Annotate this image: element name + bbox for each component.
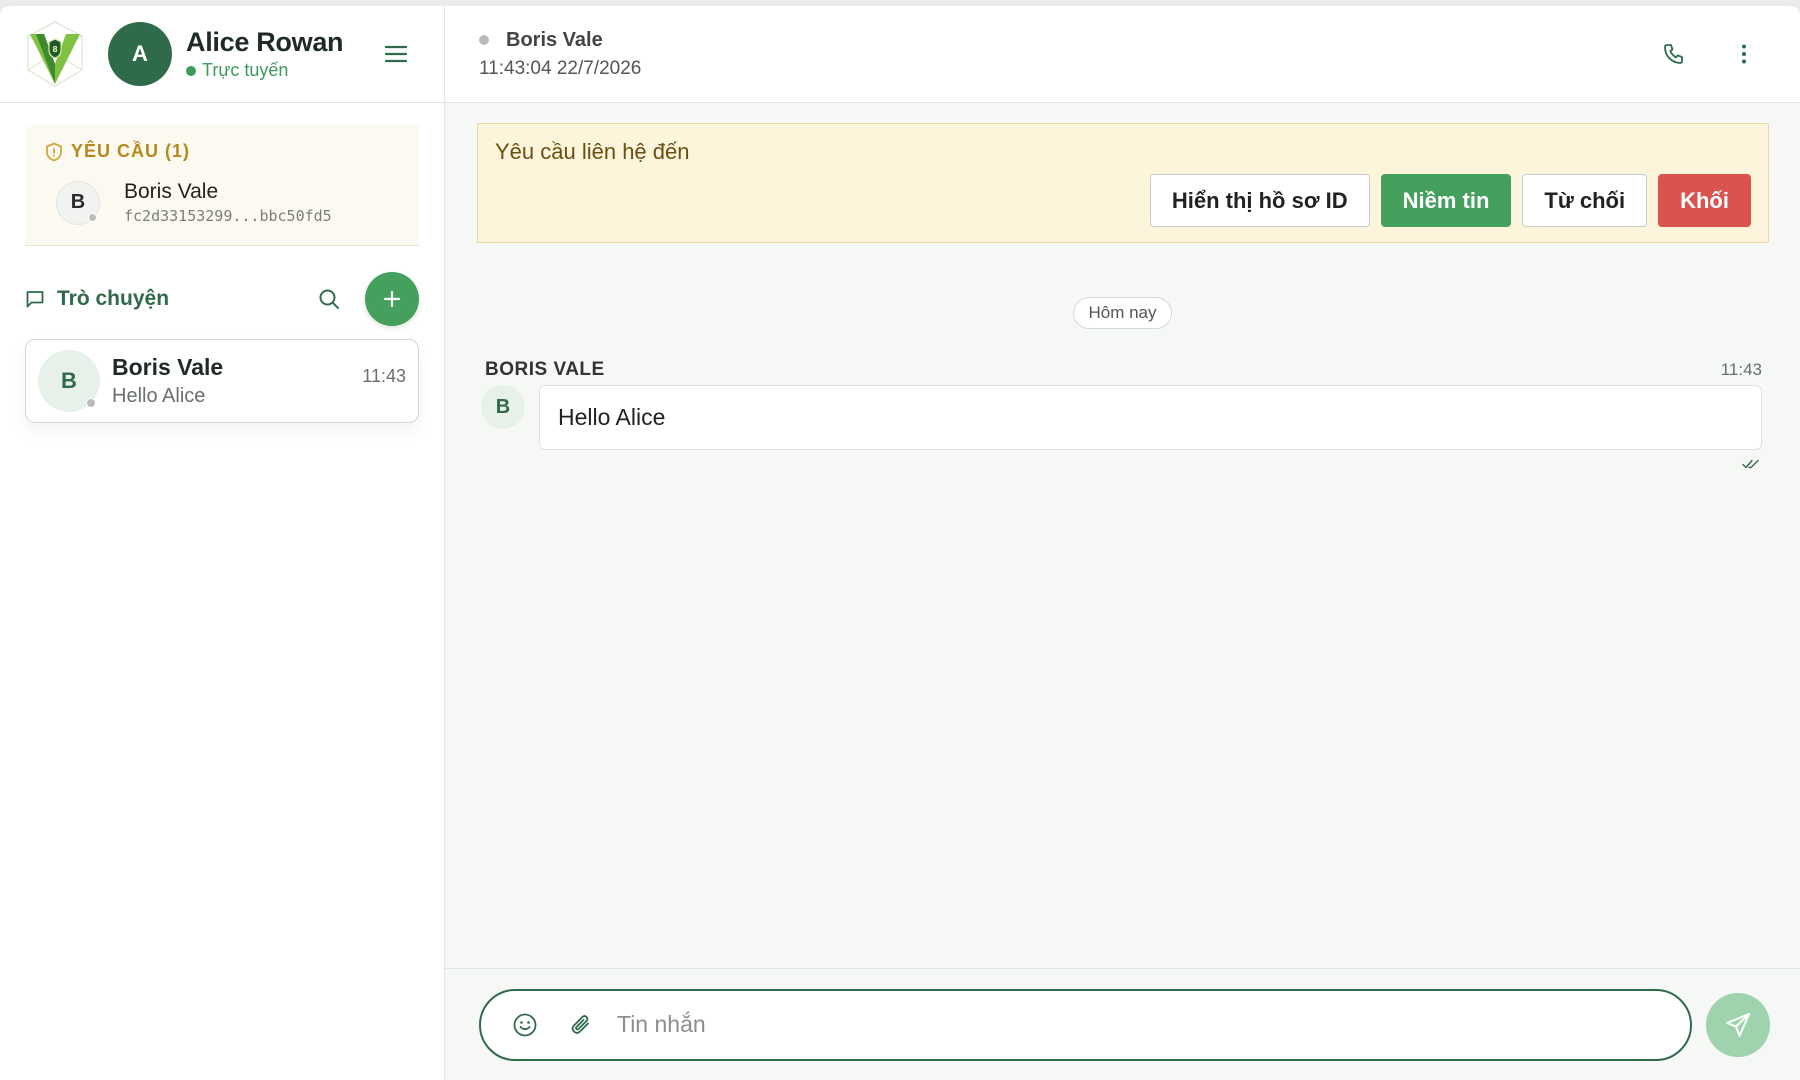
attach-button[interactable] xyxy=(561,1005,601,1045)
plus-icon xyxy=(383,290,401,308)
chat-bubble-icon xyxy=(26,291,44,308)
call-button[interactable] xyxy=(1652,32,1696,76)
contact-request-banner: Yêu cầu liên hệ đến Hiển thị hồ sơ ID Ni… xyxy=(477,123,1769,243)
chat-name: Boris Vale xyxy=(112,354,224,380)
hamburger-icon xyxy=(384,45,408,63)
contact-last-seen: 11:43:04 22/7/2026 xyxy=(479,57,642,79)
chats-title-label: Trò chuyện xyxy=(57,287,170,310)
message-bubble[interactable]: Hello Alice xyxy=(539,385,1762,450)
user-status: Trực tuyến xyxy=(186,60,376,81)
conversation-panel: Boris Vale 11:43:04 22/7/2026 Yêu cầu li… xyxy=(445,6,1800,1080)
sidebar-header: 8 A Alice Rowan Trực tuyến xyxy=(0,6,444,103)
paperclip-icon xyxy=(571,1014,589,1034)
double-check-icon xyxy=(1742,459,1759,469)
menu-button[interactable] xyxy=(376,34,416,74)
day-separator: Hôm nay xyxy=(445,297,1800,329)
offline-dot-icon xyxy=(88,212,97,222)
chats-title: Trò chuyện xyxy=(25,287,309,311)
app-logo: 8 xyxy=(24,20,86,88)
contact-name-row: Boris Vale xyxy=(479,29,1652,52)
search-icon xyxy=(319,289,339,309)
banner-actions: Hiển thị hồ sơ ID Niềm tin Từ chối Khối xyxy=(1149,174,1751,227)
chat-text: Boris Vale Hello Alice xyxy=(112,354,362,408)
offline-dot-icon xyxy=(479,35,489,45)
chat-avatar: B xyxy=(38,350,100,412)
message-meta: BORIS VALE 11:43 xyxy=(481,359,1762,381)
user-name: Alice Rowan xyxy=(186,27,344,57)
user-info: Alice Rowan Trực tuyến xyxy=(186,27,376,81)
chat-list-item[interactable]: B Boris Vale Hello Alice 11:43 xyxy=(25,339,419,423)
chat-preview: Hello Alice xyxy=(112,385,206,407)
message-time: 11:43 xyxy=(1720,360,1762,379)
block-button[interactable]: Khối xyxy=(1658,174,1751,227)
request-avatar: B xyxy=(56,180,100,225)
chat-time: 11:43 xyxy=(362,366,406,386)
user-status-label: Trực tuyến xyxy=(202,60,289,80)
user-avatar[interactable]: A xyxy=(108,22,172,86)
request-info: Boris Vale fc2d33153299...bbc50fd5 xyxy=(124,180,332,225)
contact-name: Boris Vale xyxy=(506,28,603,51)
shield-icon xyxy=(46,142,62,161)
trust-button[interactable]: Niềm tin xyxy=(1380,174,1512,227)
reject-button[interactable]: Từ chối xyxy=(1522,174,1648,227)
smiley-icon xyxy=(513,1013,537,1036)
chats-header: Trò chuyện xyxy=(25,272,419,326)
message-composer xyxy=(479,988,1692,1061)
message-sender: BORIS VALE xyxy=(485,359,605,380)
request-id: fc2d33153299...bbc50fd5 xyxy=(124,207,332,225)
search-button[interactable] xyxy=(309,279,349,319)
more-options-button[interactable] xyxy=(1722,32,1766,76)
requests-header: YÊU CẦU (1) xyxy=(45,141,399,162)
online-dot-icon xyxy=(186,65,196,76)
request-name: Boris Vale xyxy=(124,180,219,203)
show-id-profile-button[interactable]: Hiển thị hồ sơ ID xyxy=(1149,174,1370,227)
message-status xyxy=(481,458,1762,470)
sidebar: 8 A Alice Rowan Trực tuyến YÊU CẦU (1) B… xyxy=(0,6,445,1080)
phone-icon xyxy=(1664,44,1683,64)
emoji-button[interactable] xyxy=(505,1005,545,1045)
new-chat-button[interactable] xyxy=(365,272,419,326)
contact-info: Boris Vale 11:43:04 22/7/2026 xyxy=(479,29,1652,80)
send-button[interactable] xyxy=(1706,992,1770,1057)
day-separator-label: Hôm nay xyxy=(1073,297,1172,329)
message: BORIS VALE 11:43 B Hello Alice xyxy=(481,359,1762,470)
message-avatar: B xyxy=(481,385,525,429)
message-input[interactable] xyxy=(617,1011,1666,1038)
send-icon xyxy=(1726,1012,1750,1037)
svg-text:8: 8 xyxy=(52,45,58,54)
chat-avatar-letter: B xyxy=(61,368,77,393)
message-row: B Hello Alice xyxy=(481,385,1762,450)
more-vertical-icon xyxy=(1742,44,1746,64)
composer-area xyxy=(445,968,1800,1080)
contact-requests: YÊU CẦU (1) B Boris Vale fc2d33153299...… xyxy=(25,125,419,246)
request-item[interactable]: B Boris Vale fc2d33153299...bbc50fd5 xyxy=(45,180,399,225)
app-window: 8 A Alice Rowan Trực tuyến YÊU CẦU (1) B… xyxy=(0,6,1800,1080)
banner-text: Yêu cầu liên hệ đến xyxy=(495,139,690,164)
offline-dot-icon xyxy=(86,398,96,408)
requests-title: YÊU CẦU (1) xyxy=(71,141,191,161)
conversation-header: Boris Vale 11:43:04 22/7/2026 xyxy=(445,6,1800,103)
request-avatar-letter: B xyxy=(70,191,86,213)
